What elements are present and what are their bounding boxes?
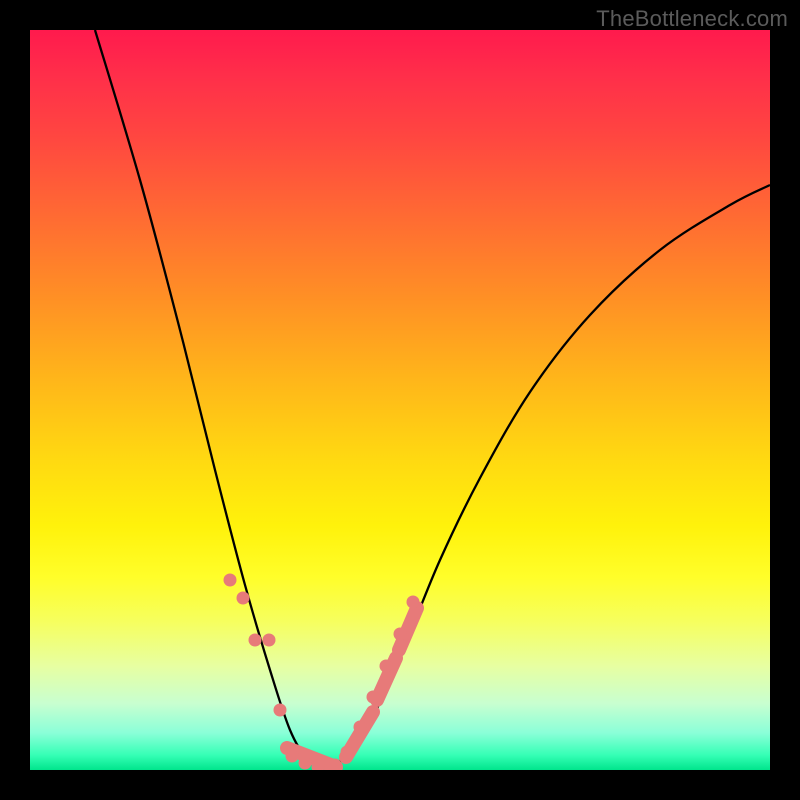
- marker-dot: [249, 634, 262, 647]
- chart-frame: TheBottleneck.com: [0, 0, 800, 800]
- marker-dot: [367, 691, 380, 704]
- watermark-text: TheBottleneck.com: [596, 6, 788, 32]
- marker-dot: [224, 574, 237, 587]
- chart-svg: [30, 30, 770, 770]
- marker-dot: [354, 721, 367, 734]
- marker-dot: [407, 596, 420, 609]
- marker-dot: [274, 704, 287, 717]
- marker-dot: [286, 750, 299, 763]
- bottleneck-curve: [95, 30, 770, 768]
- plot-area: [30, 30, 770, 770]
- marker-dot: [263, 634, 276, 647]
- marker-dot: [380, 660, 393, 673]
- marker-dot: [341, 746, 354, 759]
- marker-dot: [394, 628, 407, 641]
- marker-dot: [237, 592, 250, 605]
- marker-dot: [299, 757, 312, 770]
